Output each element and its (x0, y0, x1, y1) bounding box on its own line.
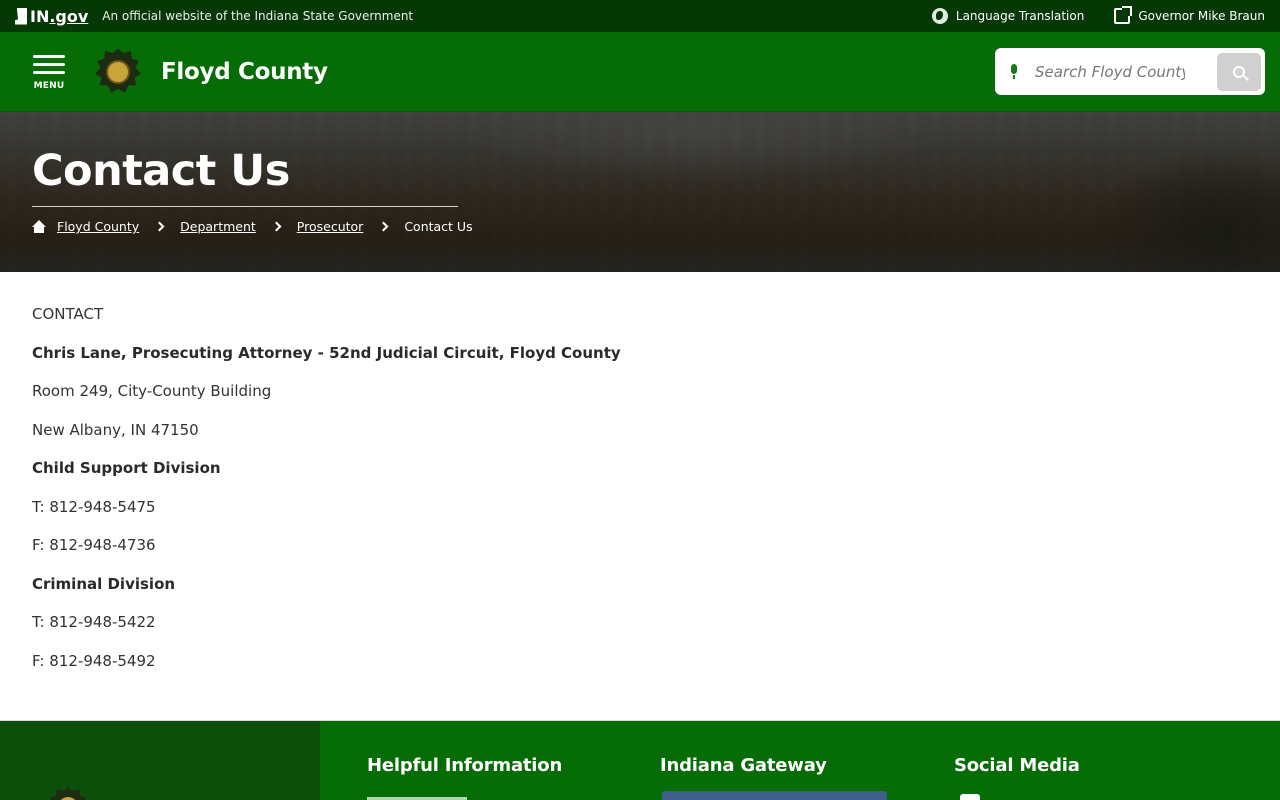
footer-heading-gateway: Indiana Gateway (660, 755, 827, 776)
hamburger-menu-icon-bar (33, 63, 65, 66)
home-icon[interactable] (32, 220, 46, 233)
attorney-name: Chris Lane, Prosecuting Attorney - 52nd … (32, 343, 621, 362)
breadcrumb: Floyd County Department Prosecutor Conta… (32, 219, 473, 234)
address-line-2: New Albany, IN 47150 (32, 420, 199, 439)
search-icon (1233, 65, 1245, 78)
microphone-icon[interactable] (1009, 62, 1019, 82)
breadcrumb-current: Contact Us (404, 219, 473, 234)
search-input[interactable] (1035, 62, 1185, 81)
chevron-right-icon (271, 221, 282, 232)
menu-label: MENU (33, 80, 65, 91)
footer-seal-icon (48, 787, 88, 800)
language-translation-label: Language Translation (955, 9, 1085, 23)
hero-content: Contact Us Floyd County Department Prose… (32, 150, 473, 234)
child-support-title: Child Support Division (32, 459, 221, 477)
criminal-phone: T: 812-948-5422 (32, 613, 156, 631)
site-footer: Helpful Information Indiana Gateway Soci… (0, 720, 1280, 800)
contact-content: CONTACT Chris Lane, Prosecuting Attorney… (32, 300, 932, 685)
title-divider (32, 206, 458, 207)
child-support-fax: F: 812-948-4736 (32, 536, 156, 554)
child-support-phone: T: 812-948-5475 (32, 497, 156, 516)
menu-button[interactable]: MENU (32, 53, 66, 91)
site-name-link[interactable]: Floyd County (161, 59, 328, 85)
gateway-button[interactable] (662, 791, 887, 800)
globe-icon (931, 8, 948, 24)
in-state-icon (15, 7, 27, 25)
breadcrumb-prosecutor[interactable]: Prosecutor (297, 219, 364, 234)
external-link-icon (1114, 6, 1133, 24)
hamburger-menu-icon-bar (33, 71, 65, 74)
footer-brand (0, 721, 320, 800)
county-seal-icon[interactable] (95, 48, 141, 95)
search-box (995, 48, 1265, 95)
criminal-fax: F: 812-948-5492 (32, 651, 156, 670)
breadcrumb-floyd-county[interactable]: Floyd County (57, 219, 139, 234)
address-line-1: Room 249, City-County Building (32, 382, 272, 400)
governor-link-label: Governor Mike Braun (1138, 9, 1265, 23)
facebook-icon[interactable] (960, 794, 980, 800)
official-banner: IN .gov An official website of the Indian… (0, 0, 1280, 32)
criminal-title: Criminal Division (32, 574, 176, 593)
breadcrumb-department[interactable]: Department (180, 219, 256, 234)
seal-disc (106, 59, 130, 84)
search-button[interactable] (1217, 52, 1261, 91)
chevron-right-icon (378, 221, 389, 232)
official-website-text: An official website of the Indiana State… (102, 9, 414, 23)
footer-heading-social: Social Media (954, 755, 1080, 776)
contact-heading: CONTACT (32, 305, 104, 323)
page-title: Contact Us (32, 146, 290, 196)
hamburger-menu-icon (33, 55, 65, 58)
site-header: MENU Floyd County (0, 32, 1280, 112)
in-gov-prefix: IN (30, 6, 50, 26)
in-gov-logo[interactable]: IN .gov (15, 7, 88, 26)
chevron-right-icon (154, 221, 165, 232)
governor-link[interactable]: Governor Mike Braun (1114, 6, 1265, 24)
topbar-links: Language Translation Governor Mike Braun (931, 6, 1265, 24)
footer-heading-helpful: Helpful Information (367, 755, 563, 776)
hero-banner: Contact Us Floyd County Department Prose… (0, 112, 1280, 272)
language-translation-link[interactable]: Language Translation (931, 8, 1085, 24)
in-gov-suffix: .gov (49, 6, 89, 26)
